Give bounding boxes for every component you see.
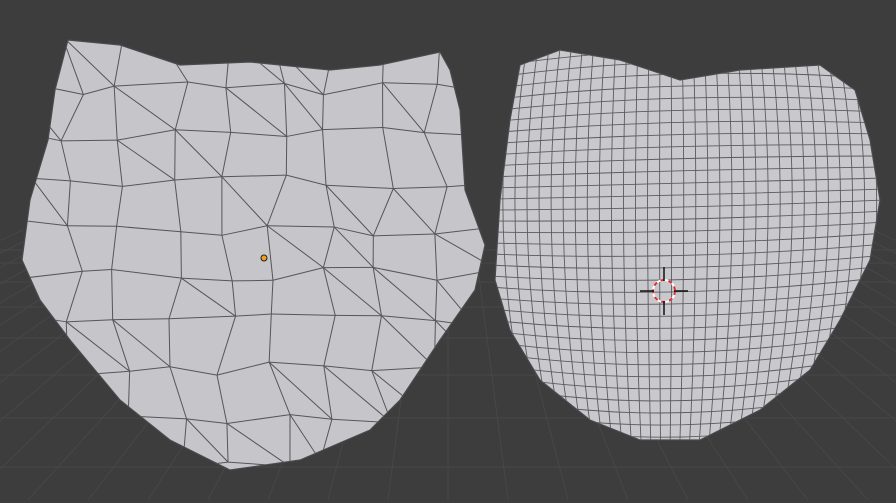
mesh-edge — [22, 131, 33, 179]
mesh-edge — [0, 229, 24, 241]
mesh-edge — [61, 422, 85, 465]
mesh-edge — [434, 366, 485, 376]
mesh-edge — [62, 415, 129, 423]
mesh-edge — [490, 25, 885, 45]
mesh-edge — [384, 35, 441, 36]
mesh-edge — [436, 423, 441, 458]
mesh-edge — [433, 367, 438, 424]
mesh-edge — [474, 325, 485, 376]
mesh-edge — [19, 315, 20, 373]
mesh-edge — [493, 136, 495, 183]
mesh-edge — [180, 231, 182, 279]
mesh-edge — [492, 421, 493, 457]
mesh-edge — [872, 229, 896, 241]
mesh-edge — [61, 40, 123, 41]
mesh-edge — [436, 423, 485, 459]
mesh-edge — [478, 40, 485, 92]
mesh-edge — [274, 40, 337, 45]
mesh-edge — [122, 40, 166, 47]
mesh-edge — [382, 422, 392, 470]
mesh-edge — [435, 320, 485, 376]
mesh-edge — [495, 50, 880, 57]
mesh-edge — [289, 460, 321, 468]
mesh-edge — [336, 33, 384, 36]
mesh-edge — [490, 183, 494, 227]
mesh-edge — [478, 91, 485, 137]
mesh-edge — [12, 41, 20, 80]
mesh-edge — [10, 280, 20, 315]
mesh-edge — [61, 421, 129, 462]
object-origin-icon — [260, 254, 268, 262]
mesh-edge — [22, 40, 63, 42]
subdivided-cat-head-mesh[interactable] — [479, 25, 889, 461]
mesh-edge — [22, 455, 85, 465]
viewport-canvas[interactable] — [0, 0, 896, 503]
mesh-edge — [474, 269, 485, 327]
mesh-edge — [320, 460, 384, 470]
mesh-edge — [19, 373, 21, 415]
mesh-edge — [174, 129, 176, 181]
mesh-edge — [164, 40, 231, 47]
mesh-edge — [440, 40, 485, 41]
mesh-edge — [67, 225, 117, 227]
mesh-edge — [12, 80, 17, 132]
3d-viewport[interactable] — [0, 0, 896, 503]
mesh-edge — [489, 375, 491, 421]
mesh-edge — [61, 139, 118, 142]
mesh-edge — [437, 420, 485, 425]
mesh-edge — [84, 460, 128, 465]
mesh-edge — [232, 279, 273, 282]
mesh-edge — [230, 40, 275, 45]
low-poly-cat-head-mesh[interactable] — [10, 33, 497, 471]
mesh-edge — [61, 375, 69, 423]
